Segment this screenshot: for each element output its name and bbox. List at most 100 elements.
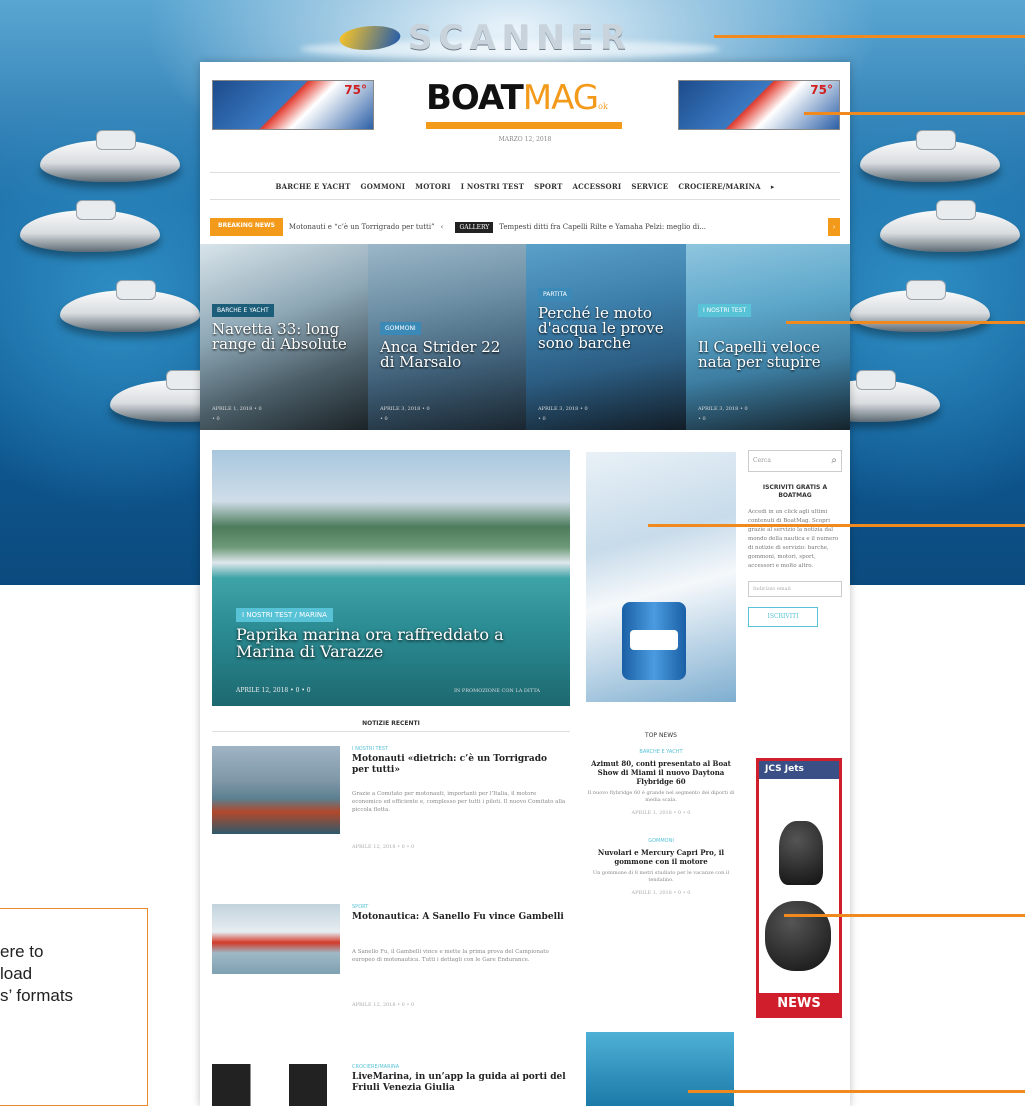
top-news-excerpt: Un gommone di 8 metri studiato per le va… [592,870,730,883]
featured-title: Anca Strider 22 di Marsalo [380,338,501,371]
jcs-ad-footer: NEWS [759,993,839,1015]
nav-item-service[interactable]: SERVICE [631,182,668,191]
top-news-item[interactable]: GOMMONI Nuvolari e Mercury Capri Pro, il… [586,838,736,896]
ticker-gallery-badge: GALLERY [455,221,494,233]
featured-card[interactable]: I NOSTRI TEST Il Capelli veloce nata per… [686,244,850,430]
site-header: 75° BOATMAGok 75° MARZO 12, 2018 [200,62,850,154]
site-logo[interactable]: BOATMAGok [426,78,626,129]
main-nav: BARCHE E YACHT GOMMONI MOTORI I NOSTRI T… [210,172,840,200]
main-story-credit: IN PROMOZIONE CON LA DITTA [453,688,540,694]
sailing-ad[interactable] [586,452,736,702]
featured-category: I NOSTRI TEST [698,304,752,317]
news-title[interactable]: Motonauti «dietrich: c’è un Torrigrado p… [352,754,566,776]
boat-image [40,130,180,182]
site-date: MARZO 12, 2018 [498,136,552,143]
nav-item-gommoni[interactable]: GOMMONI [361,182,406,191]
email-field[interactable]: Indirizzo email [748,581,842,597]
brand-logo-text: SCANNER [408,18,633,58]
nav-item-crociere[interactable]: CROCIERE/MARINA [678,182,760,191]
featured-title: Il Capelli veloce nata per stupire [698,338,821,371]
featured-meta: APRILE 1, 2018 • 0 [212,406,262,412]
top-news-title[interactable]: Azimut 80, conti presentato al Boat Show… [586,759,736,786]
top-news-category: GOMMONI [648,838,674,844]
logo-light: MAG [522,78,599,118]
news-excerpt: A Sanello Fu, il Gambelli vince e mette … [352,949,549,963]
news-thumbnail [212,904,340,974]
main-story-category: I NOSTRI TEST / MARINA [236,608,333,622]
featured-title: Perché le moto d'acqua le prove sono bar… [538,304,664,352]
nav-item-accessori[interactable]: ACCESSORI [572,182,621,191]
featured-meta: • 0 [538,416,546,422]
callout-line [784,914,1025,917]
ticker-separator: ‹ [440,223,444,231]
search-placeholder: Cerca [753,457,771,464]
ticker-item[interactable]: Tempesti ditti fra Capelli Rilte e Yamah… [499,223,706,231]
callout-line [688,1090,1025,1093]
nav-more-icon[interactable]: ▸ [771,182,775,191]
ticker-item[interactable]: Motonauti e “c’è un Torrigrado per tutti… [289,223,435,231]
news-title[interactable]: LiveMarina, in un’app la guida ai porti … [352,1072,566,1094]
featured-meta: • 0 [212,416,220,422]
news-item[interactable]: I NOSTRI TEST Motonauti «dietrich: c’è u… [212,746,570,870]
boat-image [20,200,160,252]
joystick-image [765,901,831,971]
logo-tagline-bar [426,122,622,129]
breaking-news-ticker: BREAKING NEWS Motonauti e “c’è un Torrig… [210,218,840,236]
news-item[interactable]: SPORT Motonautica: A Sanello Fu vince Ga… [212,904,570,1028]
jcs-ad-header: JCS Jets [759,761,839,779]
featured-category: GOMMONI [380,322,421,335]
featured-title: Navetta 33: long range di Absolute [212,320,347,353]
main-story[interactable]: I NOSTRI TEST / MARINA Paprika marina or… [212,450,570,706]
website-page: 75° BOATMAGok 75° MARZO 12, 2018 BARCHE … [200,62,850,1106]
top-news-excerpt: Il nuovo flybridge 60 è grande nel segme… [587,790,735,803]
nav-item-barche[interactable]: BARCHE E YACHT [275,182,350,191]
boat-image [850,280,990,332]
main-story-meta: APRILE 12, 2018 • 0 • 0 [236,687,311,694]
banner-badge: 75° [344,83,367,97]
news-meta: APRILE 12, 2018 • 0 • 0 [352,844,415,850]
logo-bold: BOAT [426,78,524,118]
background-brand-logo: SCANNER [335,18,700,58]
nav-item-sport[interactable]: SPORT [534,182,562,191]
top-news-heading: TOP NEWS [645,732,677,739]
screenshot: SCANNER 75° BOATMAGok 75° MARZO 12, 2018… [0,0,1025,1106]
callout-line [786,321,1025,324]
featured-card[interactable]: GOMMONI Anca Strider 22 di Marsalo APRIL… [368,244,526,430]
featured-category: PARTITA [538,288,572,301]
top-news-meta: APRILE 1, 2018 • 0 • 0 [631,890,691,896]
news-excerpt: Grazie a Comitato per motonauti, importa… [352,791,566,813]
nav-item-test[interactable]: I NOSTRI TEST [461,182,524,191]
boat-image [860,130,1000,182]
boat-image [60,280,200,332]
nav-item-motori[interactable]: MOTORI [415,182,450,191]
paint-can-image [622,602,686,680]
ticker-label: BREAKING NEWS [210,218,283,236]
top-news-item[interactable]: BARCHE E YACHT Azimut 80, conti presenta… [586,749,736,816]
sea-ad[interactable] [586,1032,734,1106]
featured-meta: APRILE 3, 2018 • 0 [698,406,748,412]
download-formats-text: ere to load s’ formats [0,942,74,1005]
brand-swoosh-icon [335,26,405,50]
featured-card[interactable]: PARTITA Perché le moto d'acqua le prove … [526,244,686,430]
callout-line [804,112,1025,115]
jcs-ad[interactable]: JCS Jets NEWS [756,758,842,1018]
featured-card[interactable]: BARCHE E YACHT Navetta 33: long range di… [200,244,368,430]
download-formats-box[interactable]: ere to load s’ formats [0,908,148,1106]
subscribe-button[interactable]: ISCRIVITI [748,607,818,627]
banner-badge: 75° [810,83,833,97]
news-title[interactable]: Motonautica: A Sanello Fu vince Gambelli [352,912,566,923]
news-item[interactable]: CROCIERE/MARINA LiveMarina, in un’app la… [212,1064,570,1106]
header-banner-left[interactable]: 75° [212,80,374,130]
ticker-next-button[interactable]: › [828,218,840,236]
search-icon[interactable]: ⌕ [831,455,837,466]
featured-meta: APRILE 3, 2018 • 0 [538,406,588,412]
search-input[interactable]: Cerca ⌕ [748,450,842,472]
recent-news-heading: NOTIZIE RECENTI [212,720,570,732]
header-banner-right[interactable]: 75° [678,80,840,130]
featured-meta: • 0 [698,416,706,422]
top-news-category: BARCHE E YACHT [639,749,683,755]
subscribe-text: Accedi in un click agli ultimi contenuti… [748,509,839,569]
featured-meta: • 0 [380,416,388,422]
top-news-title[interactable]: Nuvolari e Mercury Capri Pro, il gommone… [586,848,736,866]
featured-category: BARCHE E YACHT [212,304,274,317]
